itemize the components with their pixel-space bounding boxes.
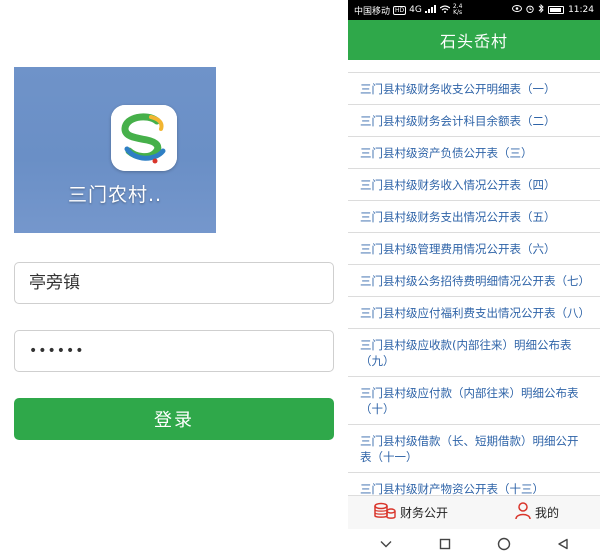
carrier-label: 中国移动	[354, 6, 391, 17]
phone-screen: 中国移动 HD 4G 2.4 K/s 11:24 石头岙村 三门县村级财务收支公…	[348, 0, 600, 558]
nav-back-icon[interactable]	[551, 534, 575, 554]
tab-finance-label: 财务公开	[399, 506, 448, 520]
tab-finance[interactable]: 财务公开	[348, 496, 474, 529]
bluetooth-icon	[538, 3, 544, 16]
wifi-icon	[439, 4, 451, 16]
report-list-item[interactable]: 三门县村级公务招待费明细情况公开表（七）	[348, 264, 600, 296]
nav-menu-icon[interactable]	[374, 534, 398, 554]
page-title: 石头岙村	[348, 20, 600, 60]
coins-icon	[374, 502, 396, 523]
alarm-icon	[526, 5, 534, 16]
password-input[interactable]: ••••••	[14, 330, 334, 372]
report-list-item[interactable]: 三门县村级借款（长、短期借款）明细公开表（十一）	[348, 424, 600, 472]
login-screen: 三门农村.. 亭旁镇 •••••• 登录	[0, 0, 346, 558]
report-list-item[interactable]: 三门县村级管理费用情况公开表（六）	[348, 232, 600, 264]
report-list: 三门县村级财务收支公开明细表（一） 三门县村级财务会计科目余额表（二） 三门县村级资…	[348, 72, 600, 495]
system-nav-bar	[348, 529, 600, 558]
report-list-item[interactable]: 三门县村级财产物资公开表（十三）	[348, 472, 600, 495]
network-type-label: 4G	[409, 5, 422, 15]
tab-mine-label: 我的	[534, 506, 559, 520]
report-list-item[interactable]: 三门县村级财务会计科目余额表（二）	[348, 104, 600, 136]
user-icon	[515, 502, 531, 523]
report-list-item[interactable]: 三门县村级财务支出情况公开表（五）	[348, 200, 600, 232]
bottom-tab-bar: 财务公开 我的	[348, 495, 600, 529]
app-name-label: 三门农村..	[67, 184, 163, 206]
nav-home-icon[interactable]	[492, 534, 516, 554]
app-launcher-tile[interactable]: 三门农村..	[14, 67, 216, 233]
hd-badge: HD	[393, 5, 407, 15]
report-list-item[interactable]: 三门县村级应收款(内部往来）明细公布表（九）	[348, 328, 600, 376]
status-bar: 中国移动 HD 4G 2.4 K/s 11:24	[348, 0, 600, 20]
app-logo-icon[interactable]	[111, 105, 177, 171]
battery-icon	[548, 6, 565, 14]
report-list-item[interactable]: 三门县村级财务收入情况公开表（四）	[348, 168, 600, 200]
clock-time: 11:24	[568, 5, 594, 15]
username-input[interactable]: 亭旁镇	[14, 262, 334, 304]
report-list-item[interactable]: 三门县村级应付福利费支出情况公开表（八）	[348, 296, 600, 328]
tab-mine[interactable]: 我的	[474, 496, 600, 529]
login-button[interactable]: 登录	[14, 398, 334, 440]
report-list-item[interactable]: 三门县村级应付款（内部往来）明细公布表（十）	[348, 376, 600, 424]
nav-recents-icon[interactable]	[433, 534, 457, 554]
report-list-item[interactable]: 三门县村级资产负债公开表（三）	[348, 136, 600, 168]
network-speed: 2.4 K/s	[452, 3, 463, 16]
report-list-item[interactable]: 三门县村级财务收支公开明细表（一）	[348, 72, 600, 104]
eye-icon	[512, 5, 523, 15]
signal-icon	[424, 4, 437, 16]
